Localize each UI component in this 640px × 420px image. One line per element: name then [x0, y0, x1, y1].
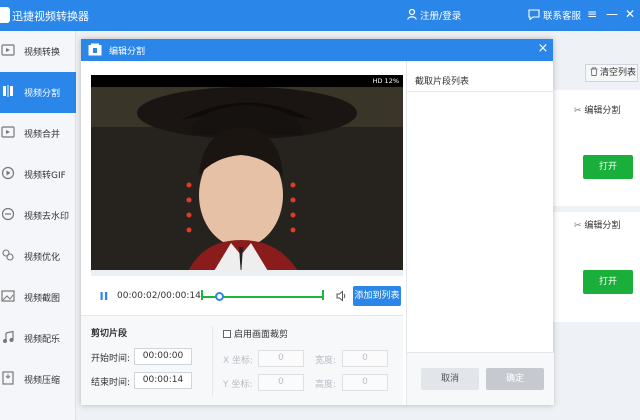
sidebar: 视频转换 视频分割 视频合并 视频转GIF 视频去水印 视频优化 视频截图 视频…: [0, 31, 76, 420]
player-controls: 00:00:02/00:00:14 添加到列表: [91, 284, 403, 308]
checkbox-box: [223, 330, 231, 338]
split-icon: ✂: [574, 106, 582, 116]
sidebar-item-remove-watermark[interactable]: 视频去水印: [0, 195, 76, 236]
width-label: 宽度:: [315, 356, 337, 366]
sidebar-item-video-gif[interactable]: 视频转GIF: [0, 154, 76, 195]
pause-icon[interactable]: [99, 291, 109, 301]
edit-split-label: 编辑分割: [584, 106, 621, 116]
cut-section-title: 剪切片段: [91, 329, 128, 339]
login-link[interactable]: 注册/登录: [407, 8, 461, 22]
optimize-icon: [2, 249, 14, 261]
y-coordinate-input[interactable]: 0: [258, 374, 304, 391]
sidebar-item-label: 视频转换: [24, 48, 61, 58]
height-input[interactable]: 0: [342, 374, 388, 391]
sidebar-item-label: 视频配乐: [24, 335, 61, 345]
watermark-icon: [1, 207, 15, 221]
phone-status-bar: HD 12%: [91, 75, 403, 87]
sidebar-item-video-split[interactable]: 视频分割: [0, 72, 76, 113]
edit-split-link[interactable]: ✂ 编辑分割: [574, 103, 620, 116]
compress-icon: [2, 371, 14, 385]
start-time-input[interactable]: 00:00:00: [134, 348, 192, 365]
clear-list-label: 清空列表: [600, 68, 637, 78]
video-merge-icon: [1, 126, 15, 138]
volume-icon[interactable]: [336, 290, 348, 302]
dialog-title: 编辑分割: [109, 47, 146, 57]
sidebar-item-video-compress[interactable]: 视频压缩: [0, 359, 76, 400]
music-icon: [3, 330, 14, 343]
trim-start-handle[interactable]: [201, 290, 203, 300]
edit-split-link[interactable]: ✂ 编辑分割: [574, 218, 620, 231]
divider: [212, 326, 213, 396]
progress-knob[interactable]: [214, 292, 224, 301]
sidebar-item-video-optimize[interactable]: 视频优化: [0, 236, 76, 277]
clip-list-title: 截取片段列表: [415, 77, 470, 87]
login-label: 注册/登录: [420, 11, 462, 22]
split-icon: ✂: [574, 221, 582, 231]
sidebar-item-label: 视频分割: [24, 89, 61, 99]
sidebar-item-video-music[interactable]: 视频配乐: [0, 318, 76, 359]
add-to-list-button[interactable]: 添加到列表: [353, 286, 401, 306]
edit-split-dialog: 编辑分割 × HD 12% 00:00:02/00:00:14 添加到列表 剪切…: [81, 39, 554, 405]
sidebar-item-label: 视频截图: [24, 294, 61, 304]
dialog-header: 编辑分割 ×: [81, 39, 553, 61]
start-time-label: 开始时间:: [91, 354, 131, 364]
sidebar-item-label: 视频转GIF: [24, 171, 66, 181]
app-logo-icon: [0, 7, 10, 23]
cancel-button[interactable]: 取消: [421, 368, 479, 390]
clip-list-panel: 截取片段列表 取消 确定: [406, 61, 554, 405]
enable-crop-checkbox[interactable]: 启用画面裁剪: [223, 327, 288, 340]
app-title: 迅捷视频转换器: [12, 10, 89, 23]
sidebar-item-label: 视频优化: [24, 253, 61, 263]
edit-split-label: 编辑分割: [584, 221, 621, 231]
sidebar-item-label: 视频去水印: [24, 212, 70, 222]
cut-settings: 剪切片段 开始时间: 00:00:00 结束时间: 00:00:14 启用画面裁…: [81, 315, 403, 405]
trim-end-handle[interactable]: [322, 290, 324, 300]
window-close-icon[interactable]: ✕: [622, 5, 638, 23]
open-button[interactable]: 打开: [583, 270, 633, 294]
menu-icon[interactable]: ≡: [584, 5, 600, 23]
y-coordinate-label: Y 坐标:: [223, 380, 253, 390]
user-icon: [407, 9, 417, 20]
trash-icon: [590, 67, 598, 76]
video-split-icon: [3, 85, 13, 97]
sidebar-item-video-convert[interactable]: 视频转换: [0, 31, 76, 72]
chat-icon: [528, 9, 540, 20]
status-text: HD 12%: [372, 77, 399, 85]
service-label: 联系客服: [543, 11, 582, 22]
width-input[interactable]: 0: [342, 350, 388, 367]
video-convert-icon: [1, 44, 15, 56]
timecode: 00:00:02/00:00:14: [117, 291, 201, 301]
crop-label: 启用画面裁剪: [234, 330, 289, 340]
divider: [407, 91, 554, 92]
screenshot-icon: [1, 290, 15, 302]
video-split-icon: [88, 43, 102, 56]
sidebar-item-label: 视频压缩: [24, 376, 61, 386]
video-preview[interactable]: HD 12%: [91, 75, 403, 276]
dialog-footer: 取消 确定: [407, 352, 554, 405]
video-frame-image: [91, 87, 403, 276]
contact-service-link[interactable]: 联系客服: [528, 8, 581, 22]
minimize-icon[interactable]: —: [604, 5, 620, 23]
close-icon[interactable]: ×: [536, 41, 550, 57]
confirm-button[interactable]: 确定: [486, 368, 544, 390]
sidebar-item-video-merge[interactable]: 视频合并: [0, 113, 76, 154]
sidebar-item-label: 视频合并: [24, 130, 61, 140]
sidebar-item-video-screenshot[interactable]: 视频截图: [0, 277, 76, 318]
clear-list-button[interactable]: 清空列表: [585, 64, 638, 82]
end-time-label: 结束时间:: [91, 378, 131, 388]
gif-icon: [1, 166, 15, 180]
height-label: 高度:: [315, 380, 337, 390]
end-time-input[interactable]: 00:00:14: [134, 372, 192, 389]
open-button[interactable]: 打开: [583, 155, 633, 179]
title-bar: 迅捷视频转换器 注册/登录 联系客服 ≡ — ✕: [0, 0, 640, 31]
x-coordinate-label: X 坐标:: [223, 356, 254, 366]
x-coordinate-input[interactable]: 0: [258, 350, 304, 367]
